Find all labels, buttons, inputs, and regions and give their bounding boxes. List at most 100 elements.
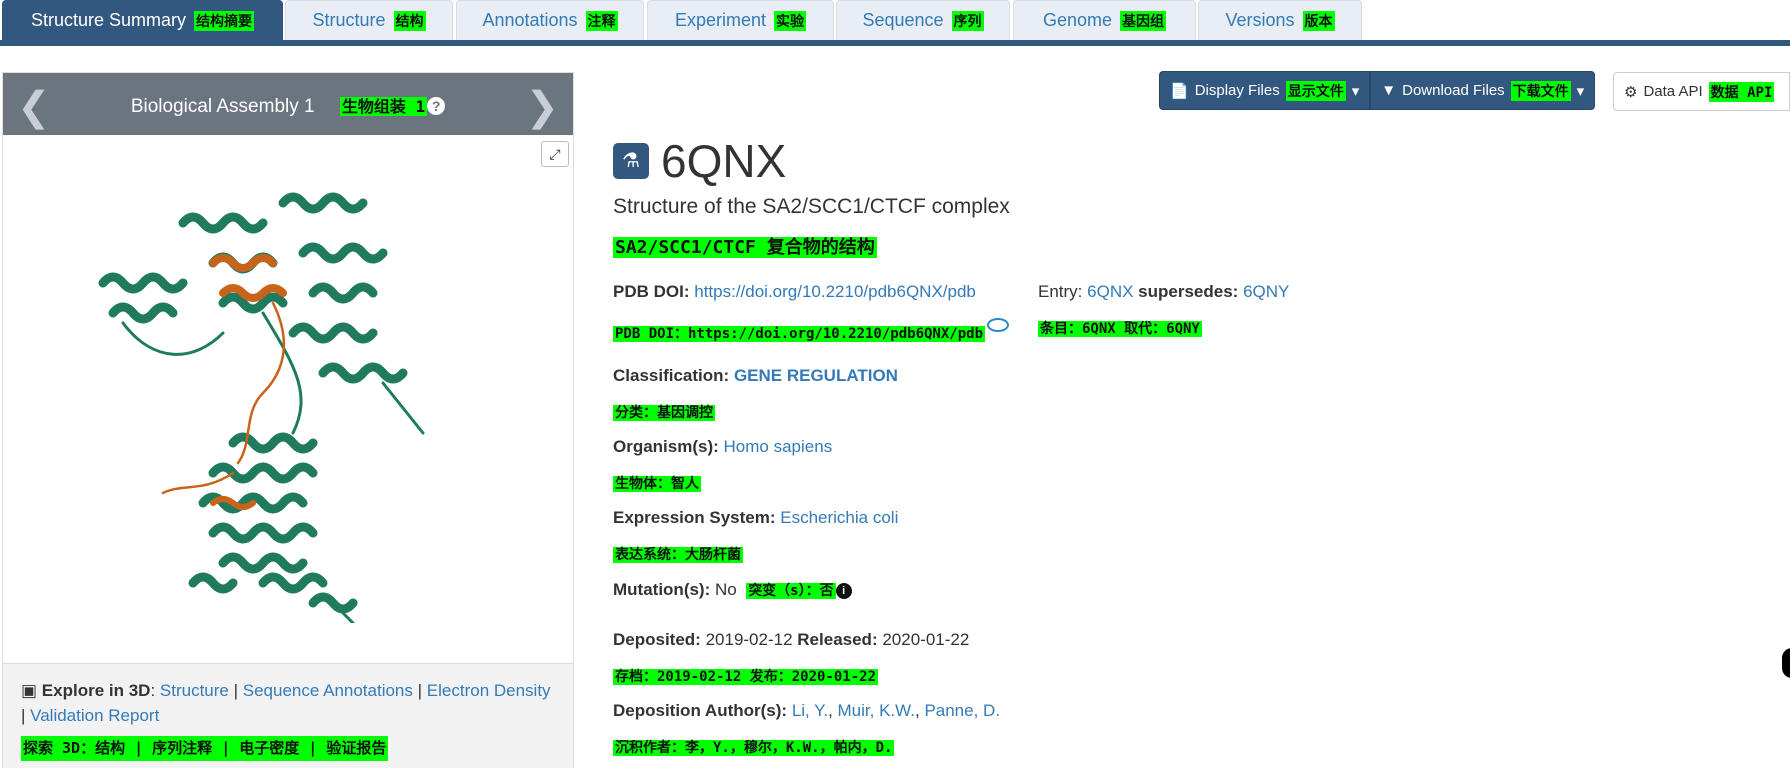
entry-link[interactable]: 6QNX: [1087, 282, 1133, 301]
tab-experiment[interactable]: Experiment 实验: [647, 0, 834, 40]
tab-label: Versions: [1225, 10, 1295, 30]
expression-link[interactable]: Escherichia coli: [780, 508, 898, 527]
supersedes-label: supersedes:: [1138, 282, 1239, 301]
authors-translation: 沉积作者：李，Y.，穆尔，K.W.，帕内，D.: [613, 740, 895, 756]
tab-translation: 实验: [774, 10, 807, 31]
display-files-button[interactable]: 📄 Display Files 显示文件 ▾: [1159, 71, 1371, 110]
file-icon: 📄: [1170, 82, 1189, 100]
expression-row: Expression System: Escherichia coli: [613, 508, 898, 528]
entry-translation: 条目：6QNX 取代：6QNY: [1038, 321, 1202, 337]
classification-link[interactable]: GENE REGULATION: [734, 366, 898, 385]
author-link[interactable]: Li, Y.: [792, 701, 828, 720]
tab-label: Structure: [312, 10, 386, 30]
entry-row: Entry: 6QNX supersedes: 6QNY: [1038, 282, 1289, 302]
deposited-label: Deposited:: [613, 630, 701, 649]
entry-heading: ⚗ 6QNX: [613, 134, 786, 188]
doi-link[interactable]: https://doi.org/10.2210/pdb6QNX/pdb: [694, 282, 976, 301]
doi-row: PDB DOI: https://doi.org/10.2210/pdb6QNX…: [613, 282, 976, 302]
expand-icon[interactable]: ⤢: [541, 141, 569, 167]
mutation-translation: 突变（s）：否: [746, 583, 836, 599]
doi-translation-row: PDB DOI：https://doi.org/10.2210/pdb6QNX/…: [613, 318, 1010, 343]
entry-label: Entry:: [1038, 282, 1083, 301]
authors-label: Deposition Author(s):: [613, 701, 788, 720]
info-icon[interactable]: i: [835, 583, 852, 599]
classification-label: Classification:: [613, 366, 730, 385]
explore-link-structure[interactable]: Structure: [160, 681, 229, 700]
display-files-label: Display Files: [1194, 82, 1280, 99]
entry-title: Structure of the SA2/SCC1/CTCF complex: [613, 195, 1010, 218]
download-files-button[interactable]: ▼ Download Files 下载文件 ▾: [1370, 71, 1596, 110]
download-files-label: Download Files: [1402, 82, 1505, 99]
tab-structure-summary[interactable]: Structure Summary 结构摘要: [2, 0, 283, 40]
download-files-translation: 下载文件: [1510, 80, 1571, 101]
classification-translation: 分类：基因调控: [613, 405, 715, 421]
explore-translation: 探索 3D：结构 | 序列注释 | 电子密度 | 验证报告: [21, 736, 389, 761]
tab-annotations[interactable]: Annotations 注释: [456, 0, 644, 40]
cube-icon: ▣: [21, 681, 38, 700]
molecule-3d-viewer[interactable]: [63, 163, 483, 623]
released-value: 2020-01-22: [882, 630, 970, 649]
tab-translation: 结构摘要: [194, 10, 255, 31]
download-icon: ▼: [1381, 82, 1397, 99]
dates-row: Deposited: 2019-02-12 Released: 2020-01-…: [613, 630, 969, 650]
entry-id: 6QNX: [661, 135, 787, 187]
explore-link-sequence-annotations[interactable]: Sequence Annotations: [243, 681, 413, 700]
question-icon[interactable]: ?: [427, 97, 446, 115]
organism-row: Organism(s): Homo sapiens: [613, 437, 832, 457]
explore-3d-box: ▣ Explore in 3D: Structure | Sequence An…: [3, 663, 573, 768]
entry-title-translation: SA2/SCC1/CTCF 复合物的结构: [613, 237, 877, 258]
organism-link[interactable]: Homo sapiens: [724, 437, 833, 456]
author-link[interactable]: Panne, D.: [924, 701, 1000, 720]
explore-label: Explore in 3D: [41, 681, 151, 700]
mutation-label: Mutation(s):: [613, 580, 711, 599]
file-button-group: 📄 Display Files 显示文件 ▾ ▼ Download Files …: [1159, 71, 1596, 110]
tab-translation: 结构: [393, 10, 426, 31]
tab-versions[interactable]: Versions 版本: [1198, 0, 1362, 40]
flask-icon: ⚗: [613, 143, 649, 179]
tab-bar: Structure Summary 结构摘要 Structure 结构 Anno…: [0, 0, 1790, 46]
classification-row: Classification: GENE REGULATION: [613, 366, 898, 386]
data-api-translation: 数据 API: [1708, 81, 1775, 102]
data-api-button[interactable]: ⚙ Data API 数据 API: [1613, 72, 1790, 111]
chevron-right-icon[interactable]: ❯: [525, 87, 559, 127]
tab-label: Sequence: [862, 10, 944, 30]
mutation-value: No: [715, 580, 737, 599]
supersedes-link[interactable]: 6QNY: [1243, 282, 1289, 301]
tab-translation: 基因组: [1120, 10, 1167, 31]
deposited-value: 2019-02-12: [705, 630, 793, 649]
pdb-logo-icon[interactable]: [987, 318, 1010, 332]
caret-down-icon: ▾: [1576, 82, 1585, 100]
assembly-title-text: Biological Assembly 1: [130, 96, 315, 117]
caret-down-icon: ▾: [1351, 82, 1360, 100]
explore-link-electron-density[interactable]: Electron Density: [427, 681, 551, 700]
authors-row: Deposition Author(s): Li, Y., Muir, K.W.…: [613, 701, 1001, 720]
tab-sequence[interactable]: Sequence 序列: [836, 0, 1010, 40]
tab-underline: [0, 40, 1790, 46]
assembly-title-translation: 生物组装 1: [339, 97, 428, 116]
expression-translation: 表达系统：大肠杆菌: [613, 547, 743, 563]
doi-label: PDB DOI:: [613, 282, 690, 301]
gear-icon: ⚙: [1624, 83, 1638, 101]
doi-translation: PDB DOI：https://doi.org/10.2210/pdb6QNX/…: [613, 326, 986, 342]
side-widget[interactable]: [1782, 648, 1790, 678]
tab-label: Structure Summary: [30, 10, 187, 30]
author-link[interactable]: Muir, K.W.: [838, 701, 915, 720]
tab-translation: 注释: [585, 10, 618, 31]
data-api-label: Data API: [1643, 83, 1703, 100]
tab-translation: 序列: [951, 10, 984, 31]
tab-structure[interactable]: Structure 结构: [285, 0, 453, 40]
display-files-translation: 显示文件: [1285, 80, 1346, 101]
tab-label: Annotations: [482, 10, 578, 30]
released-label: Released:: [797, 630, 878, 649]
tab-translation: 版本: [1302, 10, 1335, 31]
tab-label: Experiment: [674, 10, 767, 30]
tab-genome[interactable]: Genome 基因组: [1013, 0, 1196, 40]
explore-link-validation-report[interactable]: Validation Report: [30, 706, 159, 725]
assembly-panel: ❮ Biological Assembly 1 生物组装 1? ❯ ⤢ ▣ Ex…: [2, 72, 574, 768]
dates-translation: 存档：2019-02-12 发布：2020-01-22: [613, 669, 879, 685]
assembly-header: ❮ Biological Assembly 1 生物组装 1? ❯: [3, 73, 573, 135]
organism-translation: 生物体：智人: [613, 476, 701, 492]
expression-label: Expression System:: [613, 508, 776, 527]
tab-label: Genome: [1042, 10, 1113, 30]
organism-label: Organism(s):: [613, 437, 719, 456]
